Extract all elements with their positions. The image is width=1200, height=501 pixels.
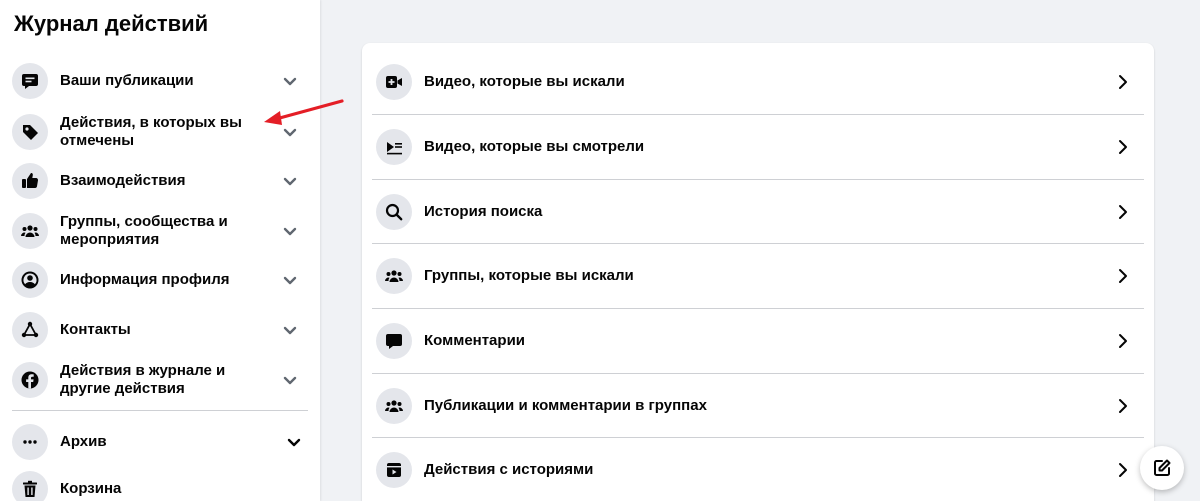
page-title: Журнал действий: [14, 11, 209, 36]
row-videos-watched[interactable]: Видео, которые вы смотрели: [372, 114, 1144, 179]
chevron-down-icon: [286, 434, 302, 450]
more-dots-icon: [12, 424, 48, 460]
people-icon: [12, 213, 48, 249]
activity-category-list: Видео, которые вы искали Видео, которые …: [362, 43, 1154, 501]
trash-icon: [12, 471, 48, 501]
speech-bubble-icon: [12, 63, 48, 99]
row-story-activity[interactable]: Действия с историями: [372, 437, 1144, 501]
sidebar-item-label: Архив: [60, 433, 107, 450]
sidebar-item-trash[interactable]: Корзина: [12, 471, 308, 501]
thumbs-up-icon: [12, 163, 48, 199]
activity-log-sidebar: Журнал действий Ваши публикации Действия…: [0, 0, 320, 501]
chevron-down-icon: [282, 272, 298, 288]
row-label: Видео, которые вы искали: [424, 73, 625, 90]
new-message-button[interactable]: [1140, 446, 1184, 490]
chevron-down-icon: [282, 73, 298, 89]
row-label: Публикации и комментарии в группах: [424, 397, 707, 414]
comment-icon: [376, 322, 412, 359]
sidebar-item-label: Действия, в которых вы отмечены: [60, 114, 242, 149]
sidebar-item-label: Группы, сообщества и мероприятия: [60, 213, 228, 248]
compose-icon: [1152, 458, 1172, 478]
row-search-history[interactable]: История поиска: [372, 179, 1144, 244]
chevron-right-icon: [1114, 203, 1132, 221]
row-label: Видео, которые вы смотрели: [424, 138, 645, 155]
facebook-icon: [12, 362, 48, 398]
sidebar-item-your-posts[interactable]: Ваши публикации: [12, 63, 308, 99]
chevron-right-icon: [1114, 397, 1132, 415]
profile-circle-icon: [12, 262, 48, 298]
row-groups-searched[interactable]: Группы, которые вы искали: [372, 243, 1144, 308]
sidebar-item-connections[interactable]: Контакты: [12, 312, 308, 348]
sidebar-item-interactions[interactable]: Взаимодействия: [12, 163, 308, 199]
search-icon: [376, 193, 412, 230]
sidebar-divider: [12, 410, 308, 411]
chevron-right-icon: [1114, 138, 1132, 156]
row-label: Действия с историями: [424, 461, 594, 478]
sidebar-item-profile-info[interactable]: Информация профиля: [12, 262, 308, 298]
sidebar-item-archive[interactable]: Архив: [12, 424, 308, 460]
sidebar-item-log-actions[interactable]: Действия в журнале и другие действия: [12, 360, 308, 400]
people-icon: [376, 257, 412, 294]
row-label: Группы, которые вы искали: [424, 267, 634, 284]
chevron-right-icon: [1114, 267, 1132, 285]
chevron-right-icon: [1114, 461, 1132, 479]
row-label: История поиска: [424, 203, 543, 220]
video-list-icon: [376, 128, 412, 165]
row-videos-searched[interactable]: Видео, которые вы искали: [372, 49, 1144, 114]
sidebar-item-groups-events[interactable]: Группы, сообщества и мероприятия: [12, 211, 308, 251]
sidebar-item-label: Взаимодействия: [60, 172, 186, 189]
chevron-right-icon: [1114, 332, 1132, 350]
sidebar-item-label: Контакты: [60, 321, 131, 338]
stories-icon: [376, 451, 412, 488]
sidebar-item-label: Информация профиля: [60, 271, 230, 288]
tag-icon: [12, 114, 48, 150]
people-icon: [376, 387, 412, 424]
sidebar-item-label: Действия в журнале и другие действия: [60, 362, 226, 397]
chevron-down-icon: [282, 322, 298, 338]
row-group-posts-comments[interactable]: Публикации и комментарии в группах: [372, 373, 1144, 438]
row-comments[interactable]: Комментарии: [372, 308, 1144, 373]
sidebar-item-label: Ваши публикации: [60, 72, 194, 89]
row-label: Комментарии: [424, 332, 526, 349]
chevron-down-icon: [282, 223, 298, 239]
chevron-down-icon: [282, 173, 298, 189]
sidebar-item-label: Корзина: [60, 480, 122, 497]
connections-icon: [12, 312, 48, 348]
video-search-icon: [376, 63, 412, 100]
annotation-arrow: [264, 99, 344, 125]
chevron-right-icon: [1114, 73, 1132, 91]
chevron-down-icon: [282, 372, 298, 388]
